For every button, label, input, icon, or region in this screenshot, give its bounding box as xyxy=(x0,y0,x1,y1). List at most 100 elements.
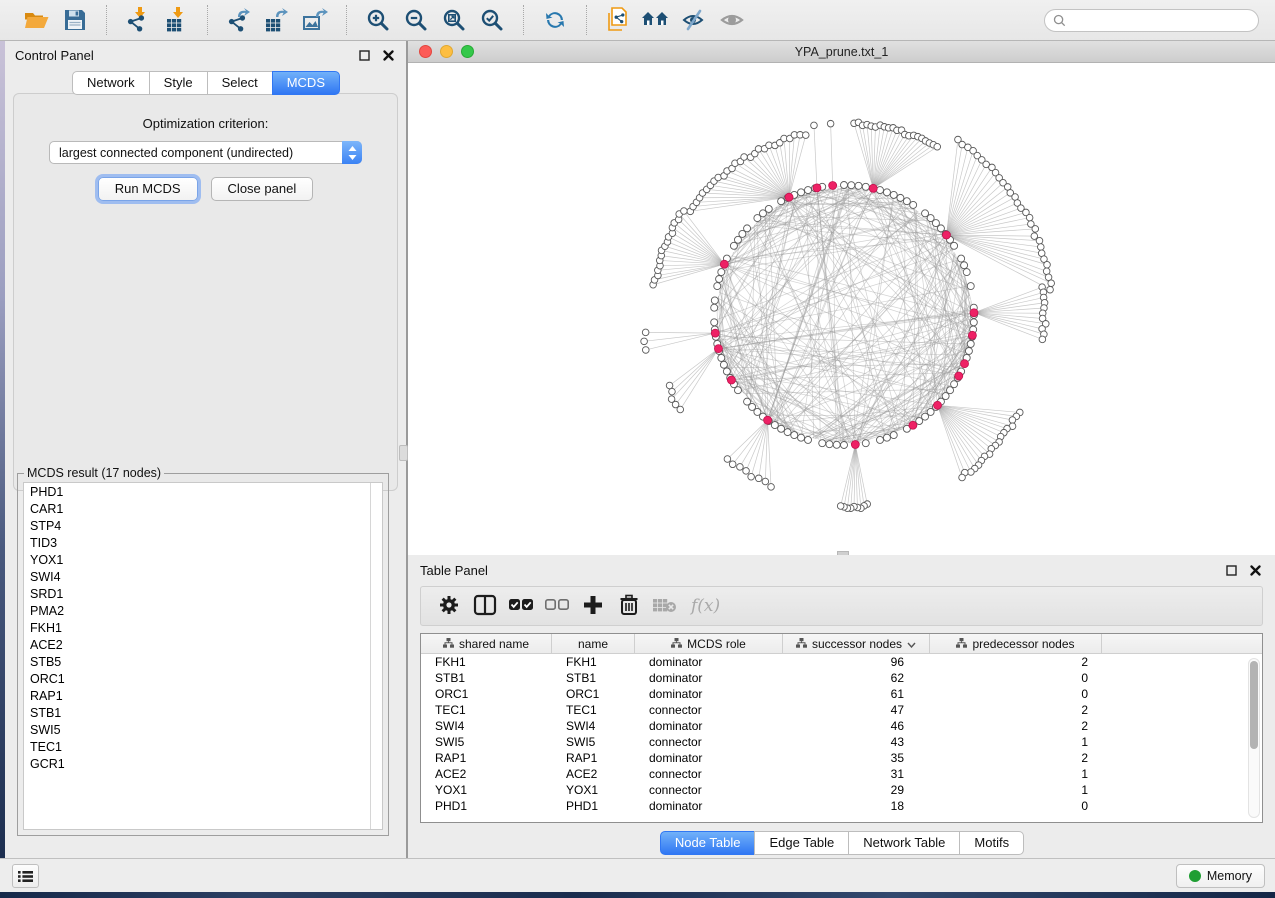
gear-button[interactable] xyxy=(431,590,467,622)
close-table-panel-icon[interactable] xyxy=(1247,562,1263,578)
close-panel-button[interactable]: Close panel xyxy=(211,177,314,201)
column-header-successor-nodes[interactable]: successor nodes xyxy=(783,634,930,653)
show-all-button[interactable] xyxy=(713,3,751,37)
toolbar-separator xyxy=(523,5,524,35)
column-header-shared-name[interactable]: shared name xyxy=(421,634,552,653)
table-row[interactable]: SWI4SWI4dominator462 xyxy=(421,718,1262,734)
criterion-value: largest connected component (undirected) xyxy=(50,146,343,160)
table-cell: 46 xyxy=(783,719,930,733)
deselect-all-button[interactable] xyxy=(539,590,575,622)
criterion-dropdown[interactable]: largest connected component (undirected) xyxy=(49,141,362,164)
select-all-button[interactable] xyxy=(503,590,539,622)
result-node[interactable]: RAP1 xyxy=(24,687,382,704)
export-network-button[interactable] xyxy=(220,3,258,37)
tab-mcds[interactable]: MCDS xyxy=(272,71,340,95)
split-columns-button[interactable] xyxy=(467,590,503,622)
result-node[interactable]: SWI4 xyxy=(24,568,382,585)
zoom-selected-icon xyxy=(480,8,504,32)
table-cell: 18 xyxy=(783,799,930,813)
result-node[interactable]: SWI5 xyxy=(24,721,382,738)
table-cell: 2 xyxy=(930,655,1102,669)
search-box[interactable] xyxy=(1044,9,1259,32)
search-input[interactable] xyxy=(1071,13,1250,27)
network-canvas[interactable] xyxy=(408,63,1275,555)
table-cell: 96 xyxy=(783,655,930,669)
table-row[interactable]: TEC1TEC1connector472 xyxy=(421,702,1262,718)
column-header-MCDS-role[interactable]: MCDS role xyxy=(635,634,783,653)
column-header-predecessor-nodes[interactable]: predecessor nodes xyxy=(930,634,1102,653)
table-row[interactable]: STB1STB1dominator620 xyxy=(421,670,1262,686)
table-row[interactable]: YOX1YOX1connector291 xyxy=(421,782,1262,798)
table-row[interactable]: FKH1FKH1dominator962 xyxy=(421,654,1262,670)
tab-node-table[interactable]: Node Table xyxy=(660,831,756,855)
table-row[interactable]: RAP1RAP1dominator352 xyxy=(421,750,1262,766)
mcds-result-title: MCDS result (17 nodes) xyxy=(24,466,164,480)
hide-selected-button[interactable] xyxy=(675,3,713,37)
table-scrollbar-thumb[interactable] xyxy=(1250,661,1258,749)
run-mcds-button[interactable]: Run MCDS xyxy=(98,177,198,201)
open-file-button[interactable] xyxy=(18,3,56,37)
shared-column-icon xyxy=(443,637,454,651)
result-node[interactable]: TEC1 xyxy=(24,738,382,755)
table-cell: SWI4 xyxy=(552,719,635,733)
save-session-button[interactable] xyxy=(56,3,94,37)
import-network-button[interactable] xyxy=(119,3,157,37)
import-table-button[interactable] xyxy=(157,3,195,37)
memory-button[interactable]: Memory xyxy=(1176,864,1265,888)
table-row[interactable]: ACE2ACE2connector311 xyxy=(421,766,1262,782)
result-node[interactable]: STB5 xyxy=(24,653,382,670)
result-node[interactable]: CAR1 xyxy=(24,500,382,517)
export-table-button[interactable] xyxy=(258,3,296,37)
close-panel-icon[interactable] xyxy=(380,47,396,63)
result-node[interactable]: STB1 xyxy=(24,704,382,721)
result-node[interactable]: SRD1 xyxy=(24,585,382,602)
result-node[interactable]: PHD1 xyxy=(24,483,382,500)
table-cell: FKH1 xyxy=(552,655,635,669)
table-row[interactable]: ORC1ORC1dominator610 xyxy=(421,686,1262,702)
result-node[interactable]: TID3 xyxy=(24,534,382,551)
delete-row-button[interactable] xyxy=(611,590,647,622)
result-node[interactable]: YOX1 xyxy=(24,551,382,568)
table-cell: 1 xyxy=(930,767,1102,781)
tab-network[interactable]: Network xyxy=(72,71,150,95)
result-scrollbar[interactable] xyxy=(370,483,371,829)
table-scrollbar[interactable] xyxy=(1248,658,1260,818)
table-row[interactable]: SWI5SWI5connector431 xyxy=(421,734,1262,750)
mcds-panel: Optimization criterion: largest connecte… xyxy=(13,93,398,491)
zoom-selected-button[interactable] xyxy=(473,3,511,37)
table-cell: SWI5 xyxy=(552,735,635,749)
tab-select[interactable]: Select xyxy=(207,71,273,95)
delete-table-button[interactable] xyxy=(647,590,683,622)
float-panel-icon[interactable] xyxy=(356,47,372,63)
tab-edge-table[interactable]: Edge Table xyxy=(754,831,849,855)
result-node[interactable]: FKH1 xyxy=(24,619,382,636)
float-table-panel-icon[interactable] xyxy=(1223,562,1239,578)
task-history-button[interactable] xyxy=(12,864,39,888)
result-node[interactable]: GCR1 xyxy=(24,755,382,772)
table-cell: 2 xyxy=(930,719,1102,733)
result-node[interactable]: PMA2 xyxy=(24,602,382,619)
tab-style[interactable]: Style xyxy=(149,71,208,95)
node-table: shared namenameMCDS rolesuccessor nodesp… xyxy=(420,633,1263,823)
tab-motifs[interactable]: Motifs xyxy=(959,831,1024,855)
first-neighbors-button[interactable] xyxy=(637,3,675,37)
zoom-in-button[interactable] xyxy=(359,3,397,37)
result-node[interactable]: ACE2 xyxy=(24,636,382,653)
tab-network-table[interactable]: Network Table xyxy=(848,831,960,855)
refresh-button[interactable] xyxy=(536,3,574,37)
mcds-result-list[interactable]: PHD1CAR1STP4TID3YOX1SWI4SRD1PMA2FKH1ACE2… xyxy=(23,482,383,830)
zoom-fit-button[interactable] xyxy=(435,3,473,37)
panel-splitter-handle[interactable] xyxy=(399,445,408,461)
add-row-button[interactable] xyxy=(575,590,611,622)
desktop-wallpaper-bottom xyxy=(0,892,1275,898)
result-node[interactable]: ORC1 xyxy=(24,670,382,687)
result-node[interactable]: STP4 xyxy=(24,517,382,534)
network-titlebar[interactable]: YPA_prune.txt_1 xyxy=(408,41,1275,63)
table-row[interactable]: PHD1PHD1dominator180 xyxy=(421,798,1262,814)
clone-network-button[interactable] xyxy=(599,3,637,37)
table-cell: STB1 xyxy=(421,671,552,685)
export-image-button[interactable] xyxy=(296,3,334,37)
zoom-out-button[interactable] xyxy=(397,3,435,37)
column-header-name[interactable]: name xyxy=(552,634,635,653)
toolbar-separator xyxy=(207,5,208,35)
